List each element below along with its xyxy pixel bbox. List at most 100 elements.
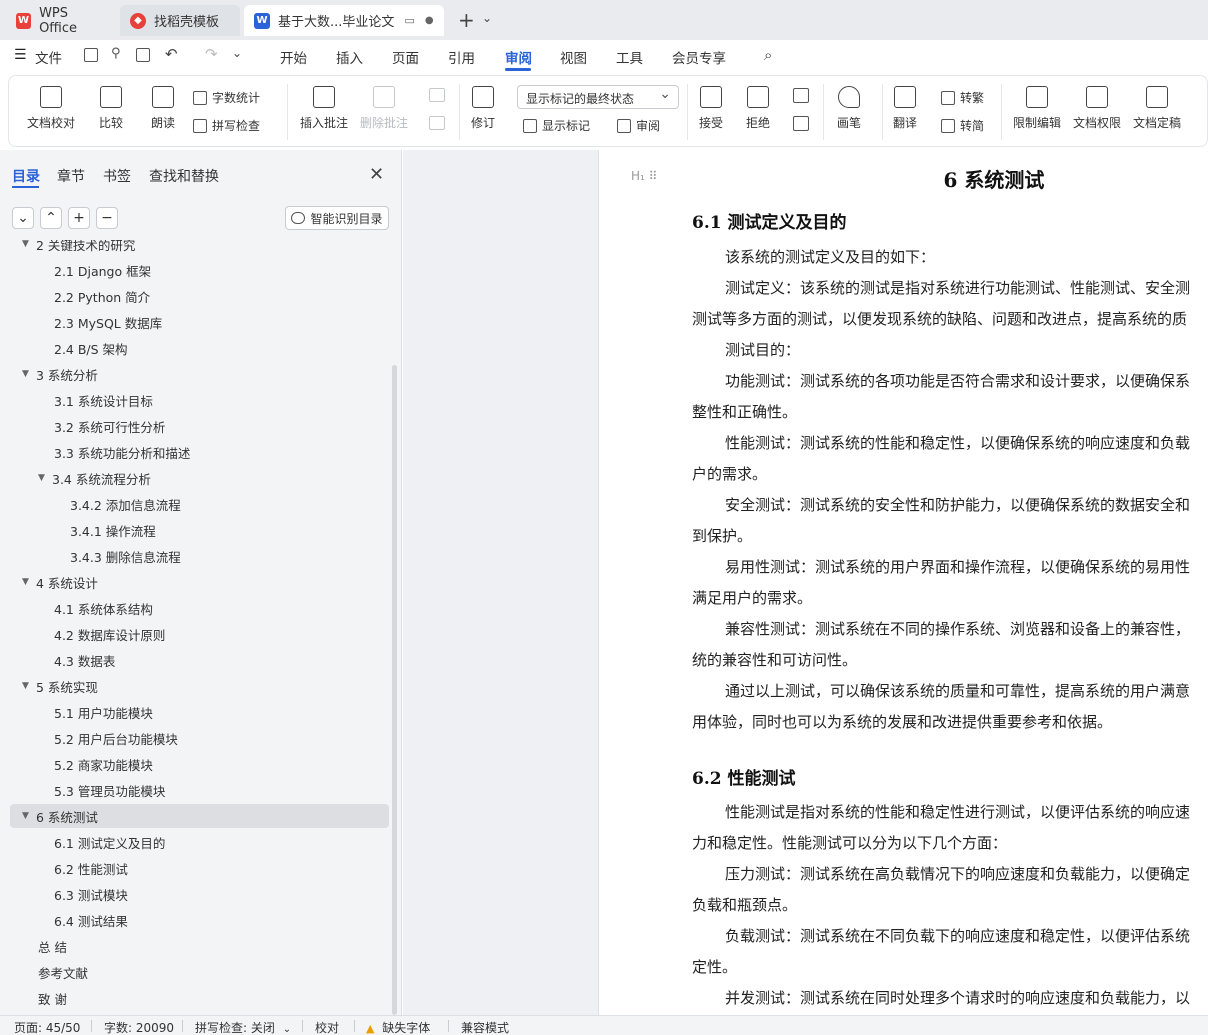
toc-item[interactable]: 总 结 bbox=[38, 934, 67, 958]
search-icon[interactable]: ⌕ bbox=[764, 46, 772, 64]
menu-view[interactable]: 视图 bbox=[560, 47, 587, 67]
toc-item[interactable]: ▼ 3 系统分析 bbox=[22, 362, 98, 386]
sidebar-scrollbar[interactable] bbox=[392, 365, 397, 1015]
expand-arrow-icon[interactable]: ▼ bbox=[22, 681, 36, 691]
proof-status[interactable]: 校对 bbox=[315, 1019, 339, 1035]
toc-item[interactable]: ▼ 5 系统实现 bbox=[22, 674, 98, 698]
toc-item[interactable]: 6.4 测试结果 bbox=[54, 908, 128, 932]
toc-item[interactable]: 5.2 用户后台功能模块 bbox=[54, 726, 178, 750]
menu-home[interactable]: 开始 bbox=[280, 47, 307, 67]
hamburger-icon[interactable]: ☰ bbox=[14, 47, 27, 63]
toc-item[interactable]: 4.1 系统体系结构 bbox=[54, 596, 153, 620]
toc-item[interactable]: ▼ 2 关键技术的研究 bbox=[22, 240, 135, 256]
toc-item[interactable]: 3.3 系统功能分析和描述 bbox=[54, 440, 190, 464]
menu-review[interactable]: 审阅 bbox=[505, 47, 532, 67]
doc-finalize-button[interactable]: 文档定稿 bbox=[1133, 86, 1181, 131]
toc-item[interactable]: 3.4.2 添加信息流程 bbox=[70, 492, 181, 516]
toc-item[interactable]: 6.1 测试定义及目的 bbox=[54, 830, 165, 854]
next-comment-icon[interactable] bbox=[429, 116, 445, 130]
menu-insert[interactable]: 插入 bbox=[336, 47, 363, 67]
tab-document[interactable]: W 基于大数...毕业论文 ▭ ● bbox=[244, 5, 444, 36]
ink-button[interactable]: 画笔 bbox=[837, 86, 861, 131]
prev-comment-icon[interactable] bbox=[429, 88, 445, 102]
expand-arrow-icon[interactable]: ▼ bbox=[22, 369, 36, 379]
collapse-all-button[interactable]: ⌄ bbox=[12, 207, 34, 229]
next-change-icon[interactable] bbox=[793, 116, 809, 131]
spell-check-status[interactable]: 拼写检查: 关闭 ⌄ bbox=[195, 1019, 291, 1035]
expand-arrow-icon[interactable]: ▼ bbox=[38, 473, 52, 483]
doc-permission-button[interactable]: 文档权限 bbox=[1073, 86, 1121, 131]
print-preview-icon[interactable] bbox=[136, 48, 150, 62]
expand-up-button[interactable]: ⌃ bbox=[40, 207, 62, 229]
menu-membership[interactable]: 会员专享 bbox=[672, 47, 726, 67]
word-count-button[interactable]: 字数统计 bbox=[193, 89, 260, 106]
menu-references[interactable]: 引用 bbox=[448, 47, 475, 67]
insert-comment-button[interactable]: 插入批注 bbox=[300, 86, 348, 131]
toc-item[interactable]: ▼ 6 系统测试 bbox=[10, 804, 389, 828]
toc-item[interactable]: 致 谢 bbox=[38, 986, 67, 1010]
quick-access-chevron-icon[interactable]: ⌄ bbox=[232, 46, 242, 60]
toc-item[interactable]: 3.1 系统设计目标 bbox=[54, 388, 153, 412]
toc-item[interactable]: 3.4.1 操作流程 bbox=[70, 518, 156, 542]
delete-comment-button[interactable]: 删除批注 bbox=[360, 86, 408, 131]
tab-template[interactable]: ◆ 找稻壳模板 bbox=[120, 5, 240, 36]
document-page[interactable]: H₁ ⠿ 6 系统测试 6.1 测试定义及目的 该系统的测试定义及目的如下： 测试… bbox=[598, 150, 1208, 1015]
toc-item[interactable]: 2.2 Python 简介 bbox=[54, 284, 150, 308]
toc-item[interactable]: 5.2 商家功能模块 bbox=[54, 752, 153, 776]
monitor-icon[interactable]: ▭ bbox=[404, 14, 414, 27]
toc-item[interactable]: 6.2 性能测试 bbox=[54, 856, 128, 880]
prev-change-icon[interactable] bbox=[793, 88, 809, 103]
tab-wps-office[interactable]: W WPS Office bbox=[6, 5, 116, 36]
expand-arrow-icon[interactable]: ▼ bbox=[22, 577, 36, 587]
tab-chapters[interactable]: 章节 bbox=[57, 166, 85, 186]
toc-item[interactable]: 2.1 Django 框架 bbox=[54, 258, 151, 282]
restrict-edit-button[interactable]: 限制编辑 bbox=[1013, 86, 1061, 131]
undo-icon[interactable]: ↶ bbox=[165, 45, 178, 63]
track-changes-button[interactable]: 修订 bbox=[471, 86, 495, 131]
share-icon[interactable]: ⚲ bbox=[111, 46, 121, 61]
toc-item[interactable]: 2.4 B/S 架构 bbox=[54, 336, 128, 360]
expand-arrow-icon[interactable]: ▼ bbox=[22, 811, 36, 821]
missing-font-status[interactable]: ▲ 缺失字体 bbox=[366, 1019, 430, 1035]
review-pane-button[interactable]: 审阅 bbox=[617, 117, 660, 134]
tab-bookmarks[interactable]: 书签 bbox=[103, 166, 131, 186]
add-heading-button[interactable]: + bbox=[68, 207, 90, 229]
toc-item[interactable]: ▼ 4 系统设计 bbox=[22, 570, 98, 594]
markup-state-select[interactable]: 显示标记的最终状态 bbox=[517, 85, 679, 109]
accept-button[interactable]: 接受 bbox=[699, 86, 723, 131]
save-icon[interactable] bbox=[84, 48, 98, 62]
menu-file[interactable]: 文件 bbox=[35, 47, 62, 67]
toc-item[interactable]: 参考文献 bbox=[38, 960, 88, 984]
reject-button[interactable]: 拒绝 bbox=[746, 86, 770, 131]
read-aloud-button[interactable]: 朗读 bbox=[151, 86, 175, 131]
compare-button[interactable]: 比较 bbox=[99, 86, 123, 131]
new-tab-button[interactable]: + bbox=[458, 8, 475, 32]
menu-tools[interactable]: 工具 bbox=[616, 47, 643, 67]
remove-heading-button[interactable]: − bbox=[96, 207, 118, 229]
toc-item[interactable]: 4.3 数据表 bbox=[54, 648, 115, 672]
toc-item[interactable]: 3.4.3 删除信息流程 bbox=[70, 544, 181, 568]
toc-item[interactable]: 4.2 数据库设计原则 bbox=[54, 622, 165, 646]
show-markup-button[interactable]: 显示标记 bbox=[523, 117, 590, 134]
to-traditional-button[interactable]: 转繁 bbox=[941, 89, 984, 106]
expand-arrow-icon[interactable]: ▼ bbox=[22, 240, 36, 249]
toc-item[interactable]: ▼ 3.4 系统流程分析 bbox=[38, 466, 151, 490]
to-simplified-button[interactable]: 转简 bbox=[941, 117, 984, 134]
doc-check-button[interactable]: 文档校对 bbox=[27, 86, 75, 131]
translate-button[interactable]: 翻译 bbox=[893, 86, 917, 131]
menu-page[interactable]: 页面 bbox=[392, 47, 419, 67]
page-indicator[interactable]: 页面: 45/50 bbox=[14, 1019, 80, 1035]
toc-item[interactable]: 2.3 MySQL 数据库 bbox=[54, 310, 162, 334]
spell-check-button[interactable]: 拼写检查 bbox=[193, 117, 260, 134]
toc-item[interactable]: 5.3 管理员功能模块 bbox=[54, 778, 165, 802]
toc-item[interactable]: 3.2 系统可行性分析 bbox=[54, 414, 165, 438]
tab-toc[interactable]: 目录 bbox=[12, 166, 40, 186]
smart-toc-button[interactable]: 智能识别目录 bbox=[285, 206, 389, 230]
close-icon[interactable]: ✕ bbox=[369, 164, 384, 185]
redo-icon[interactable]: ↷ bbox=[205, 45, 218, 63]
tab-find-replace[interactable]: 查找和替换 bbox=[149, 166, 219, 186]
tab-list-chevron-icon[interactable]: ⌄ bbox=[482, 11, 492, 25]
word-count[interactable]: 字数: 20090 bbox=[104, 1019, 174, 1035]
toc-item[interactable]: 5.1 用户功能模块 bbox=[54, 700, 153, 724]
toc-item[interactable]: 6.3 测试模块 bbox=[54, 882, 128, 906]
